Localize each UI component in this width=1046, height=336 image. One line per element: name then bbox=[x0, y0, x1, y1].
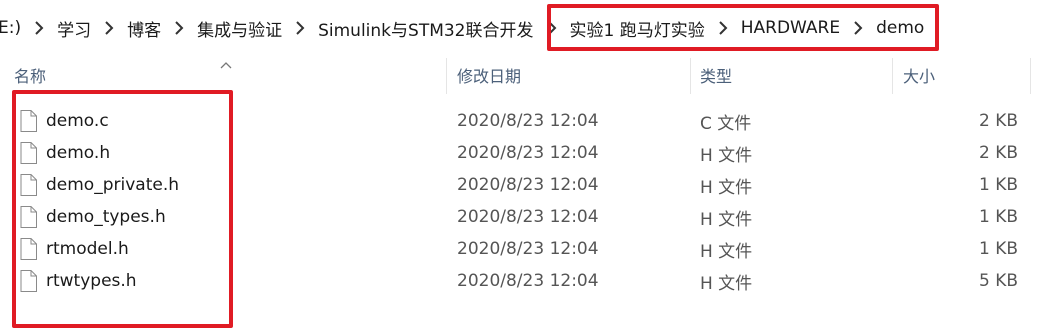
file-type: C 文件 bbox=[700, 113, 752, 134]
column-header-name[interactable]: 名称 bbox=[14, 58, 46, 92]
chevron-right-icon[interactable] bbox=[93, 13, 125, 43]
file-date: 2020/8/23 12:04 bbox=[457, 207, 599, 227]
file-type: H 文件 bbox=[700, 145, 753, 166]
file-type: H 文件 bbox=[700, 241, 753, 262]
chevron-right-icon[interactable] bbox=[163, 13, 195, 43]
file-type: H 文件 bbox=[700, 273, 753, 294]
file-size: 2 KB bbox=[978, 111, 1018, 131]
breadcrumb-item-study[interactable]: 学习 bbox=[55, 13, 93, 43]
breadcrumb-item-drive[interactable]: E:) bbox=[0, 13, 23, 43]
column-divider[interactable] bbox=[690, 58, 691, 94]
breadcrumb-item-simulink[interactable]: Simulink与STM32联合开发 bbox=[316, 13, 535, 43]
file-date: 2020/8/23 12:04 bbox=[457, 143, 599, 163]
highlight-box-files bbox=[12, 90, 233, 328]
column-divider[interactable] bbox=[892, 58, 893, 94]
file-size: 2 KB bbox=[978, 143, 1018, 163]
column-divider[interactable] bbox=[1030, 58, 1031, 94]
column-header-row: 名称 修改日期 类型 大小 bbox=[0, 58, 1046, 94]
column-header-type[interactable]: 类型 bbox=[700, 58, 732, 92]
highlight-box-breadcrumb bbox=[547, 4, 939, 51]
file-size: 1 KB bbox=[978, 175, 1018, 195]
column-divider[interactable] bbox=[446, 58, 447, 94]
file-size: 1 KB bbox=[978, 207, 1018, 227]
chevron-right-icon[interactable] bbox=[284, 13, 316, 43]
chevron-right-icon[interactable] bbox=[23, 13, 55, 43]
breadcrumb-item-blog[interactable]: 博客 bbox=[125, 13, 163, 43]
file-size: 1 KB bbox=[978, 239, 1018, 259]
file-type: H 文件 bbox=[700, 177, 753, 198]
column-header-date[interactable]: 修改日期 bbox=[457, 58, 521, 92]
file-date: 2020/8/23 12:04 bbox=[457, 175, 599, 195]
file-date: 2020/8/23 12:04 bbox=[457, 239, 599, 259]
file-size: 5 KB bbox=[978, 271, 1018, 291]
file-date: 2020/8/23 12:04 bbox=[457, 271, 599, 291]
column-header-size[interactable]: 大小 bbox=[903, 58, 935, 92]
breadcrumb-item-integration[interactable]: 集成与验证 bbox=[195, 13, 284, 43]
file-explorer: E:) 学习 博客 集成与验证 Simulink与STM32联合开发 实验1 跑… bbox=[0, 0, 1046, 336]
file-date: 2020/8/23 12:04 bbox=[457, 111, 599, 131]
file-type: H 文件 bbox=[700, 209, 753, 230]
